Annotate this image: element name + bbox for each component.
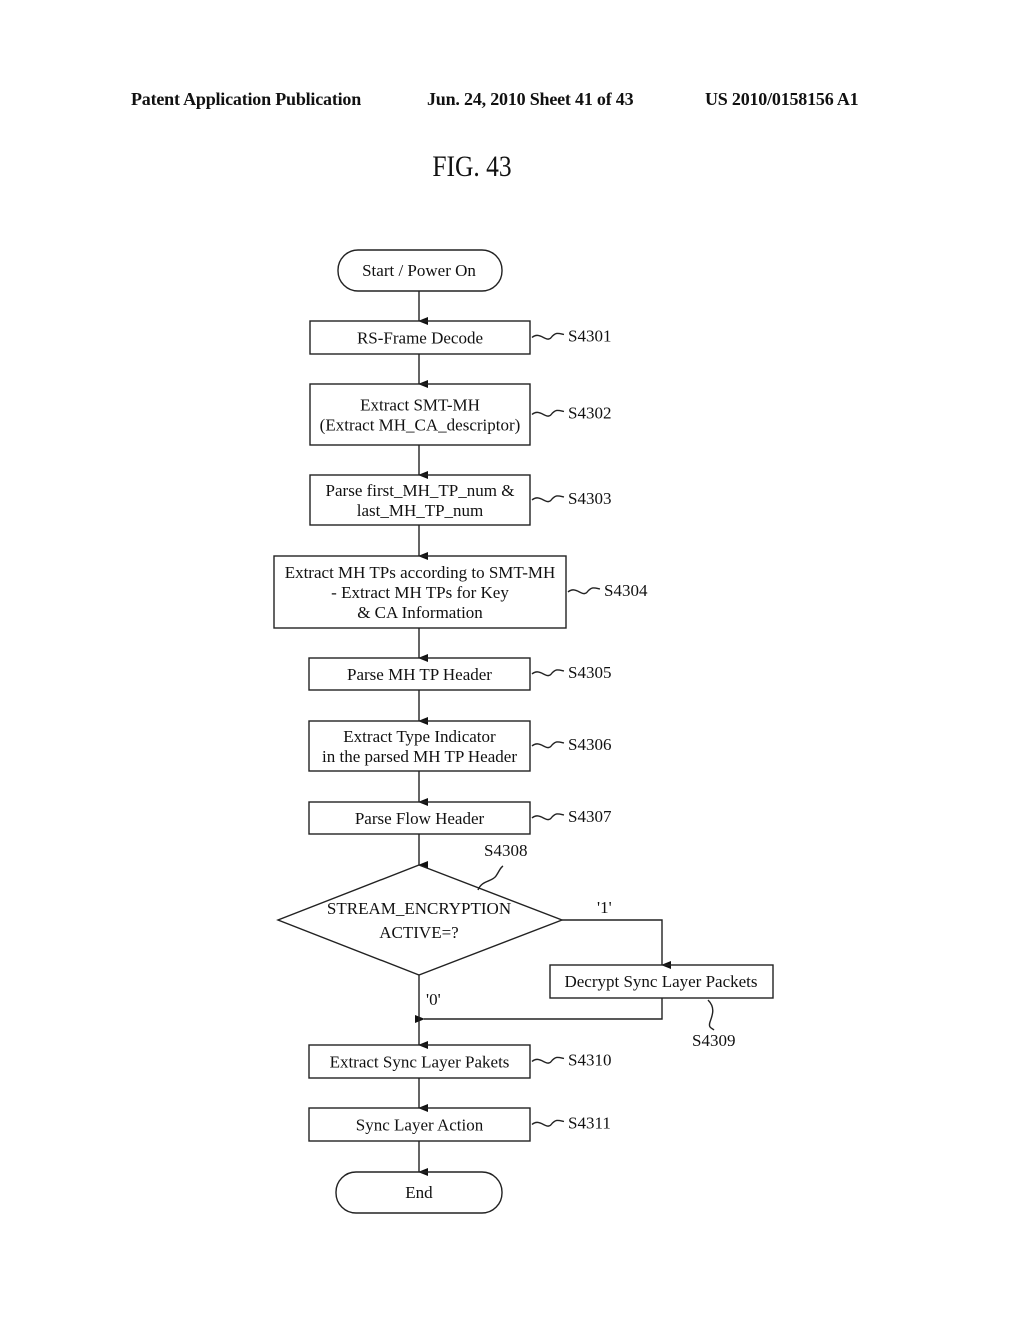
decision-text-line: ACTIVE=? <box>379 923 458 942</box>
end-label: End <box>405 1183 433 1202</box>
process-box-text-line: - Extract MH TPs for Key <box>331 583 509 602</box>
process-box-text-line: Parse MH TP Header <box>347 665 492 684</box>
step-id-label: S4303 <box>568 489 611 508</box>
leader-squiggle <box>531 495 565 503</box>
no-branch-label: '0' <box>426 990 441 1009</box>
step-id-label: S4306 <box>568 735 611 754</box>
step-id-label: S4301 <box>568 327 611 346</box>
yes-branch-label: '1' <box>597 898 612 917</box>
step-id-label: S4305 <box>568 663 611 682</box>
leader-squiggle <box>567 587 601 595</box>
process-box-text-line: Extract SMT-MH <box>360 396 480 415</box>
process-box-text-line: (Extract MH_CA_descriptor) <box>320 416 521 435</box>
process-box-text-line: last_MH_TP_num <box>357 501 484 520</box>
step-id-label: S4302 <box>568 404 611 423</box>
leader-squiggle <box>477 865 504 891</box>
leader-squiggle <box>531 409 565 417</box>
step-id-label: S4308 <box>484 841 527 860</box>
process-box-text-line: Sync Layer Action <box>356 1116 484 1135</box>
leader-squiggle <box>531 669 565 677</box>
step-id-label: S4304 <box>604 581 648 600</box>
step-id-label: S4311 <box>568 1114 611 1133</box>
yes-branch-connector <box>562 919 671 969</box>
flowchart: Start / Power On RS-Frame Decode S4301 Extr… <box>273 249 774 1214</box>
decision-text-line: STREAM_ENCRYPTION <box>327 899 511 918</box>
leader-squiggle <box>707 999 715 1031</box>
process-box-text-line: & CA Information <box>357 603 483 622</box>
process-box-text-line: RS-Frame Decode <box>357 329 483 348</box>
process-box-text-line: Extract MH TPs according to SMT-MH <box>285 563 556 582</box>
process-box-text-line: Parse first_MH_TP_num & <box>326 481 515 500</box>
process-box-text-line: Parse Flow Header <box>355 809 485 828</box>
leader-squiggle <box>531 1056 565 1064</box>
leader-squiggle <box>531 813 565 821</box>
step-id-label: S4309 <box>692 1031 735 1050</box>
start-label: Start / Power On <box>362 261 476 280</box>
step-id-label: S4310 <box>568 1051 611 1070</box>
process-box-text-line: Decrypt Sync Layer Packets <box>564 972 757 991</box>
step-id-label: S4307 <box>568 807 612 826</box>
decision-diamond <box>276 864 564 976</box>
process-box-text-line: in the parsed MH TP Header <box>322 747 517 766</box>
merge-connector <box>415 998 663 1023</box>
leader-squiggle <box>531 741 565 749</box>
leader-squiggle <box>531 332 565 340</box>
process-box-text-line: Extract Type Indicator <box>343 727 496 746</box>
leader-squiggle <box>531 1119 565 1127</box>
process-box-text-line: Extract Sync Layer Pakets <box>330 1053 510 1072</box>
process-box-s4302 <box>309 383 531 446</box>
